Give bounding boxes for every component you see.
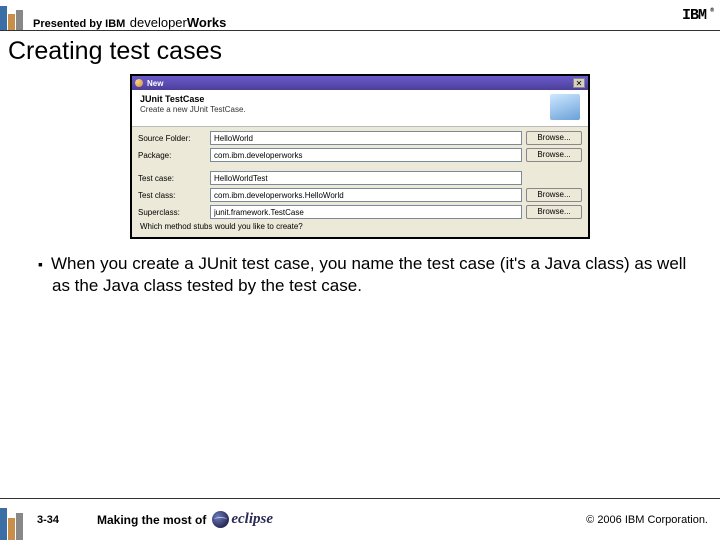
dialog-icon (135, 79, 143, 87)
row-superclass: Superclass: Browse... (138, 205, 582, 219)
footer-bars (0, 499, 37, 540)
bar-gray (16, 10, 23, 30)
row-test-class: Test class: Browse... (138, 188, 582, 202)
fbar-gray (16, 513, 23, 540)
dw-light: developer (130, 15, 187, 30)
bullet-text: When you create a JUnit test case, you n… (38, 253, 690, 297)
fbar-orange (8, 518, 15, 540)
dialog-question: Which method stubs would you like to cre… (138, 222, 582, 231)
row-test-case: Test case: (138, 171, 582, 185)
row-source-folder: Source Folder: Browse... (138, 131, 582, 145)
label-source-folder: Source Folder: (138, 134, 206, 143)
browse-button-superclass[interactable]: Browse... (526, 205, 582, 219)
page-number: 3-34 (37, 514, 97, 526)
dialog-header: JUnit TestCase Create a new JUnit TestCa… (132, 90, 588, 127)
fbar-blue (0, 508, 7, 540)
label-package: Package: (138, 151, 206, 160)
footer-tagline: Making the most of eclipse (97, 511, 273, 528)
making-text: Making the most of (97, 513, 206, 527)
label-test-case: Test case: (138, 174, 206, 183)
label-test-class: Test class: (138, 191, 206, 200)
input-test-class[interactable] (210, 188, 522, 202)
close-icon[interactable]: ✕ (573, 78, 585, 88)
input-source-folder[interactable] (210, 131, 522, 145)
slide-footer: 3-34 Making the most of eclipse © 2006 I… (0, 498, 720, 540)
presented-by-text: Presented by IBM (33, 18, 125, 30)
input-superclass[interactable] (210, 205, 522, 219)
slide-header: Presented by IBM developerWorks IBM (0, 0, 720, 30)
bullet-block: When you create a JUnit test case, you n… (0, 239, 720, 297)
browse-button-package[interactable]: Browse... (526, 148, 582, 162)
input-package[interactable] (210, 148, 522, 162)
browse-button-source[interactable]: Browse... (526, 131, 582, 145)
browse-button-test-class[interactable]: Browse... (526, 188, 582, 202)
label-superclass: Superclass: (138, 208, 206, 217)
copyright-text: © 2006 IBM Corporation. (586, 514, 708, 526)
ibm-logo: IBM (682, 7, 706, 24)
eclipse-text: eclipse (231, 511, 273, 528)
slide-title: Creating test cases (0, 31, 720, 74)
wizard-banner-icon (550, 94, 580, 120)
bar-orange (8, 14, 15, 30)
eclipse-logo: eclipse (212, 511, 273, 528)
input-test-case[interactable] (210, 171, 522, 185)
screenshot-wrap: New ✕ JUnit TestCase Create a new JUnit … (0, 74, 720, 239)
dw-bold: Works (187, 15, 227, 30)
dialog-window-title: New (147, 79, 163, 88)
bar-blue (0, 6, 7, 30)
dialog-subtitle: Create a new JUnit TestCase. (140, 105, 544, 114)
developerworks-logo: developerWorks (130, 15, 227, 30)
eclipse-ball-icon (212, 511, 229, 528)
dialog-body: Source Folder: Browse... Package: Browse… (132, 127, 588, 237)
dialog-window: New ✕ JUnit TestCase Create a new JUnit … (130, 74, 590, 239)
row-package: Package: Browse... (138, 148, 582, 162)
header-bars: Presented by IBM developerWorks (0, 0, 226, 30)
dialog-titlebar: New ✕ (132, 76, 588, 90)
dialog-title: JUnit TestCase (140, 94, 544, 104)
